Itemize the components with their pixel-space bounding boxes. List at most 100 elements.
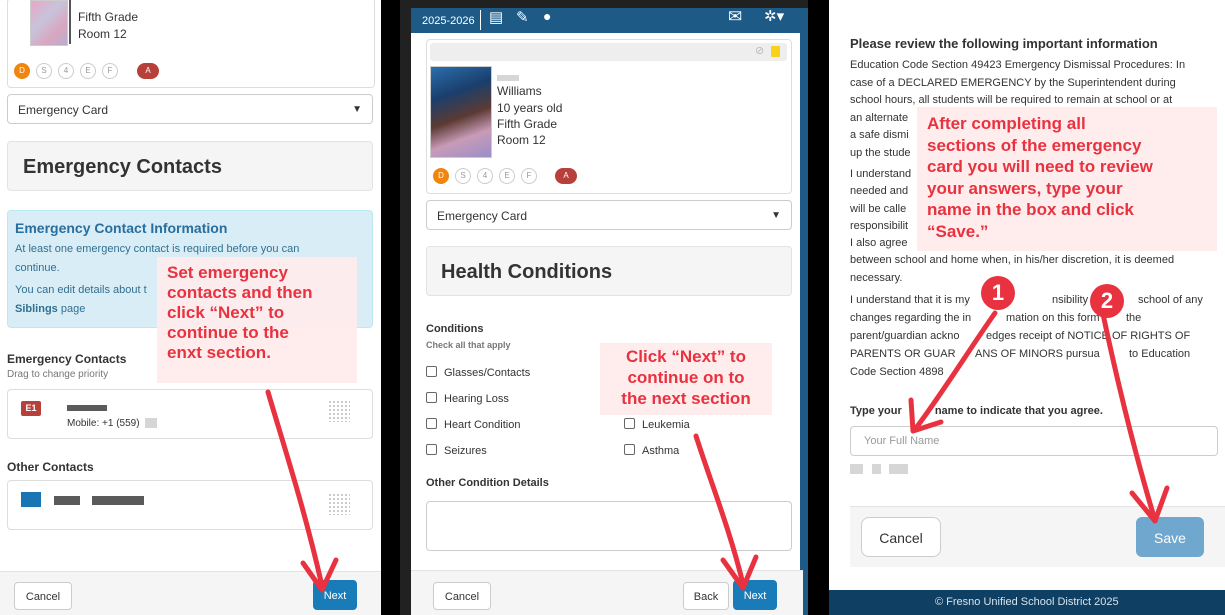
agree-label-part: Type your — [850, 405, 902, 417]
edit-icon[interactable]: ✎ — [516, 8, 529, 26]
cancel-button[interactable]: Cancel — [14, 582, 72, 610]
full-name-placeholder: Your Full Name — [864, 435, 940, 447]
paragraph-fragment: school of any — [1138, 294, 1203, 306]
chip-a[interactable]: A — [555, 168, 577, 184]
chip-d[interactable]: D — [433, 168, 449, 184]
callout-line: click “Next” to — [167, 303, 285, 322]
section-title: Health Conditions — [426, 246, 792, 296]
checkbox-heart-condition[interactable]: Heart Condition — [426, 418, 520, 431]
drag-handle-icon[interactable] — [328, 400, 350, 422]
chip-4[interactable]: 4 — [477, 168, 493, 184]
cancel-button[interactable]: Cancel — [433, 582, 491, 610]
student-name: Williams — [497, 84, 542, 98]
caret-down-icon: ▼ — [352, 104, 362, 115]
contact-phone: Mobile: +1 (559) — [67, 418, 140, 429]
checkbox-label: Hearing Loss — [444, 393, 509, 405]
redacted-text — [850, 464, 863, 474]
paragraph-fragment: mation on this form — [1006, 312, 1100, 324]
info-line-3: You can edit details about t — [15, 284, 147, 296]
mail-icon[interactable]: ✉ — [728, 7, 742, 27]
conditions-subheading: Check all that apply — [426, 340, 511, 350]
checkbox-hearing-loss[interactable]: Hearing Loss — [426, 392, 509, 405]
school-year[interactable]: 2025-2026 — [422, 15, 475, 27]
chip-f[interactable]: F — [521, 168, 537, 184]
next-button[interactable]: Next — [313, 580, 357, 610]
status-bar — [430, 43, 787, 61]
card-select[interactable]: Emergency Card ▼ — [426, 200, 792, 230]
contact-row-1[interactable] — [7, 389, 373, 439]
siblings-page-text: page — [57, 303, 86, 315]
info-title: Emergency Contact Information — [15, 220, 228, 236]
step-badge-2: 2 — [1090, 284, 1124, 318]
checkbox-seizures[interactable]: Seizures — [426, 444, 487, 457]
annotation-callout: Click “Next” to continue on to the next … — [600, 343, 772, 415]
student-photo — [30, 0, 68, 46]
caret-down-icon: ▼ — [771, 210, 781, 221]
priority-badge: E1 — [21, 401, 41, 416]
callout-line: card you will need to review — [927, 157, 1153, 177]
contacts-heading: Emergency Contacts — [7, 352, 127, 366]
chip-e[interactable]: E — [499, 168, 515, 184]
details-textarea[interactable] — [426, 501, 792, 551]
annotation-callout: After completing all sections of the eme… — [917, 107, 1217, 251]
other-contact-row[interactable] — [7, 480, 373, 530]
review-panel: Please review the following important in… — [829, 0, 1225, 615]
agree-label: Type your name to indicate that you agre… — [850, 405, 1103, 417]
agree-label-part: name to indicate that you agree. — [934, 405, 1103, 417]
paragraph-fragment: the — [1126, 312, 1142, 324]
save-button[interactable]: Save — [1136, 517, 1204, 557]
next-button[interactable]: Next — [733, 580, 777, 610]
drag-handle-icon[interactable] — [328, 493, 350, 515]
student-room: Room 12 — [78, 27, 127, 41]
chip-s[interactable]: S — [455, 168, 471, 184]
chip-d[interactable]: D — [14, 63, 30, 79]
copyright: © Fresno Unified School District 2025 — [935, 596, 1119, 608]
callout-line: enxt section. — [167, 343, 271, 362]
student-age: 10 years old — [497, 101, 563, 115]
full-name-input[interactable]: Your Full Name — [850, 426, 1218, 456]
chip-s[interactable]: S — [36, 63, 52, 79]
callout-line: continue on to — [627, 368, 745, 387]
info-icon[interactable]: ● — [543, 8, 551, 24]
note-icon[interactable] — [771, 46, 780, 57]
callout-line: your answers, type your — [927, 178, 1123, 198]
checkbox-glasses[interactable]: Glasses/Contacts — [426, 366, 530, 379]
student-room: Room 12 — [497, 133, 546, 147]
redacted-text — [872, 464, 881, 474]
callout-line: After completing all — [927, 114, 1086, 133]
info-line-2: continue. — [15, 262, 60, 274]
paragraph-fragment: ANS OF MINORS pursua — [975, 348, 1100, 360]
siblings-link[interactable]: Siblings page — [15, 303, 85, 315]
paragraph-line: Education Code Section 49423 Emergency D… — [850, 59, 1186, 71]
step-badge-1: 1 — [981, 276, 1015, 310]
checkbox-label: Leukemia — [642, 419, 690, 431]
chip-f[interactable]: F — [102, 63, 118, 79]
paragraph-line: between school and home when, in his/her… — [850, 254, 1175, 267]
info-line-1: At least one emergency contact is requir… — [15, 243, 300, 255]
section-title-text: Emergency Contacts — [23, 156, 222, 178]
chip-a[interactable]: A — [137, 63, 159, 79]
callout-line: name in the box and click — [927, 200, 1134, 220]
redacted-first-name — [497, 75, 519, 81]
paragraph-fragment: I understand that it is my — [850, 294, 970, 306]
paragraph-line: case of a DECLARED EMERGENCY by the Supe… — [850, 76, 1176, 89]
chip-e[interactable]: E — [80, 63, 96, 79]
conditions-heading: Conditions — [426, 323, 484, 335]
cancel-button[interactable]: Cancel — [861, 517, 941, 557]
section-title: Emergency Contacts — [7, 141, 373, 191]
siblings-link-text[interactable]: Siblings — [15, 303, 58, 315]
id-card-icon[interactable]: ▤ — [489, 8, 503, 26]
emergency-contacts-panel: Fifth Grade Room 12 D S 4 E F A Emergenc… — [0, 0, 381, 615]
health-conditions-panel: 2025-2026 ▤ ✎ ● ✉ ✲▾ ⊘ Williams 10 years… — [400, 0, 808, 615]
checkbox-leukemia[interactable]: Leukemia — [624, 418, 690, 431]
chip-4[interactable]: 4 — [58, 63, 74, 79]
card-select[interactable]: Emergency Card ▼ — [7, 94, 373, 124]
redacted-name — [67, 405, 107, 411]
callout-line: “Save.” — [927, 221, 989, 241]
callout-line: contacts and then — [167, 283, 313, 302]
clock-icon: ⊘ — [755, 45, 765, 57]
back-button[interactable]: Back — [683, 582, 729, 610]
checkbox-label: Glasses/Contacts — [444, 367, 531, 379]
checkbox-asthma[interactable]: Asthma — [624, 444, 679, 457]
settings-icon[interactable]: ✲▾ — [764, 7, 784, 25]
